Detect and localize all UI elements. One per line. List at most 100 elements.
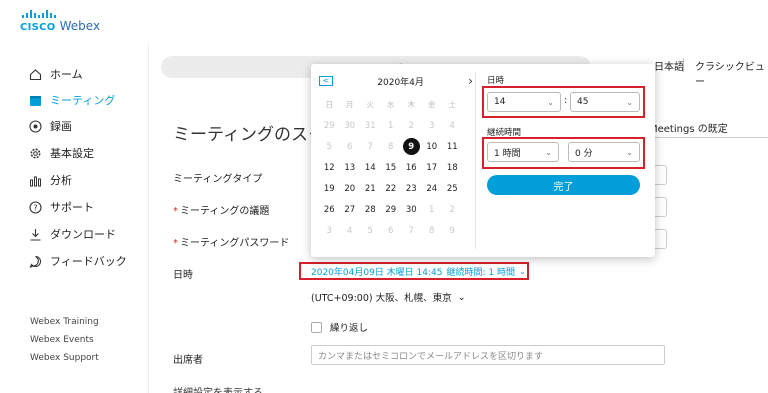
datetime-popover: < 2020年4月 › 日月火水木金土 29 30 31 1 2 3 4 5 6 7 8 9 10 11 12…	[311, 64, 655, 257]
sidebar-item-label: ミーティング	[50, 94, 116, 107]
calendar-day[interactable]: 19	[319, 178, 340, 199]
chevron-down-icon: ⌄	[626, 97, 633, 107]
attendees-label: 出席者	[173, 355, 203, 366]
calendar-day[interactable]: 11	[442, 136, 463, 157]
sidebar-item-home[interactable]: ホーム	[28, 65, 83, 83]
calendar-day-number: 1	[429, 204, 435, 215]
calendar-day-number: 25	[446, 183, 458, 194]
timezone-select[interactable]: (UTC+09:00) 大阪、札幌、東京 ⌄	[311, 290, 466, 305]
meetings-default-select[interactable]: Meetings の既定	[649, 120, 768, 138]
download-icon	[28, 227, 42, 241]
calendar-day[interactable]: 24	[422, 178, 443, 199]
calendar-day[interactable]: 20	[340, 178, 361, 199]
calendar-day[interactable]: 26	[319, 199, 340, 220]
calendar-day[interactable]: 17	[422, 157, 443, 178]
calendar-grid: 日月火水木金土 29 30 31 1 2 3 4 5 6 7 8 9 10 11 12 13 14 15 16 17 18…	[319, 94, 479, 241]
duration-minutes-select[interactable]: 0 分 ⌄	[568, 142, 640, 162]
calendar-day[interactable]: 18	[442, 157, 463, 178]
topic-input[interactable]	[653, 197, 667, 217]
datetime-label: 日時	[173, 270, 193, 281]
webex-logo[interactable]: CISCO Webex	[20, 10, 100, 33]
webex-wordmark: Webex	[59, 19, 101, 33]
calendar-day[interactable]: 14	[360, 157, 381, 178]
hour-value: 14	[494, 97, 506, 107]
sidebar-item-recordings[interactable]: 録画	[28, 117, 72, 135]
link-webex-events[interactable]: Webex Events	[30, 335, 94, 345]
calendar-day-number: 8	[388, 141, 394, 152]
calendar-day-number: 19	[323, 183, 335, 194]
weekday-header: 土	[448, 100, 457, 109]
time-label: 日時	[487, 76, 505, 86]
calendar-day[interactable]: 29	[381, 199, 402, 220]
minute-select[interactable]: 45 ⌄	[570, 92, 640, 112]
calendar-day-number: 24	[426, 183, 438, 194]
next-month-button[interactable]: ›	[468, 74, 479, 88]
attendees-input[interactable]: カンマまたはセミコロンでメールアドレスを区切ります	[311, 345, 665, 365]
home-icon	[28, 67, 42, 81]
meeting-type-select[interactable]	[653, 165, 667, 185]
calendar-day: 3	[422, 115, 443, 136]
calendar-day: 3	[319, 220, 340, 241]
svg-text:?: ?	[33, 203, 37, 212]
language-selector[interactable]: 日本語	[654, 58, 684, 73]
cisco-wordmark: CISCO	[20, 22, 56, 33]
weekday-header: 火	[366, 100, 375, 109]
calendar-day[interactable]: 27	[340, 199, 361, 220]
sidebar-item-preferences[interactable]: 基本設定	[28, 144, 94, 162]
topic-label: * ミーティングの議題	[173, 206, 270, 217]
calendar-day[interactable]: 28	[360, 199, 381, 220]
sidebar-item-analytics[interactable]: 分析	[28, 171, 72, 189]
calendar-icon	[28, 93, 42, 107]
chart-icon	[28, 173, 42, 187]
calendar-day-number: 31	[364, 120, 376, 131]
calendar-day[interactable]: 23	[401, 178, 422, 199]
calendar-day: 6	[340, 136, 361, 157]
done-button[interactable]: 完了	[487, 175, 640, 195]
weekday-header: 日	[325, 100, 334, 109]
sidebar-item-label: フィードバック	[50, 255, 127, 268]
calendar-day-number: 18	[446, 162, 458, 173]
calendar-day-number: 14	[364, 162, 376, 173]
more-settings-link[interactable]: 詳細設定を表示する	[173, 384, 263, 393]
top-bar: CISCO Webex	[0, 0, 768, 44]
repeat-checkbox-row[interactable]: 繰り返し	[311, 320, 368, 334]
calendar-day[interactable]: 15	[381, 157, 402, 178]
calendar-day: 30	[340, 115, 361, 136]
calendar-day[interactable]: 16	[401, 157, 422, 178]
calendar-day: 5	[319, 136, 340, 157]
calendar-day[interactable]: 30	[401, 199, 422, 220]
duration-minutes-value: 0 分	[575, 148, 593, 159]
datetime-value: 2020年04月09日 木曜日 14:45	[311, 267, 443, 278]
calendar-day: 5	[360, 220, 381, 241]
prev-month-button[interactable]: <	[319, 76, 333, 86]
duration-hours-select[interactable]: 1 時間 ⌄	[487, 142, 559, 162]
password-input[interactable]	[653, 229, 667, 249]
calendar-month: 2020年4月	[377, 77, 424, 88]
calendar-day-number: 9	[402, 138, 420, 155]
sidebar-item-meetings[interactable]: ミーティング	[28, 91, 115, 109]
link-webex-training[interactable]: Webex Training	[30, 317, 99, 327]
calendar-day[interactable]: 22	[381, 178, 402, 199]
chevron-down-icon: ⌄	[457, 291, 466, 303]
calendar-day[interactable]: 12	[319, 157, 340, 178]
calendar-day[interactable]: 25	[442, 178, 463, 199]
calendar-day-selected[interactable]: 9	[401, 136, 422, 157]
classic-view-link[interactable]: クラシックビュー	[695, 58, 768, 88]
link-webex-support[interactable]: Webex Support	[30, 353, 99, 363]
hour-select[interactable]: 14 ⌄	[487, 92, 561, 112]
sidebar-item-support[interactable]: ? サポート	[28, 198, 94, 216]
calendar-day[interactable]: 13	[340, 157, 361, 178]
datetime-picker-trigger[interactable]: 2020年04月09日 木曜日 14:45 継続時間: 1 時間 ⌄	[299, 262, 529, 280]
sidebar-item-label: ダウンロード	[50, 228, 116, 241]
record-icon	[28, 119, 42, 133]
calendar-day[interactable]: 10	[422, 136, 443, 157]
calendar-day[interactable]: 21	[360, 178, 381, 199]
repeat-checkbox[interactable]	[311, 321, 322, 333]
calendar-day-number: 6	[388, 225, 394, 236]
feedback-icon	[28, 254, 42, 268]
sidebar-item-downloads[interactable]: ダウンロード	[28, 225, 116, 243]
time-colon: :	[564, 95, 568, 106]
chevron-down-icon: ⌄	[545, 147, 552, 157]
sidebar-item-feedback[interactable]: フィードバック	[28, 252, 127, 270]
weekday-header: 木	[407, 100, 416, 109]
